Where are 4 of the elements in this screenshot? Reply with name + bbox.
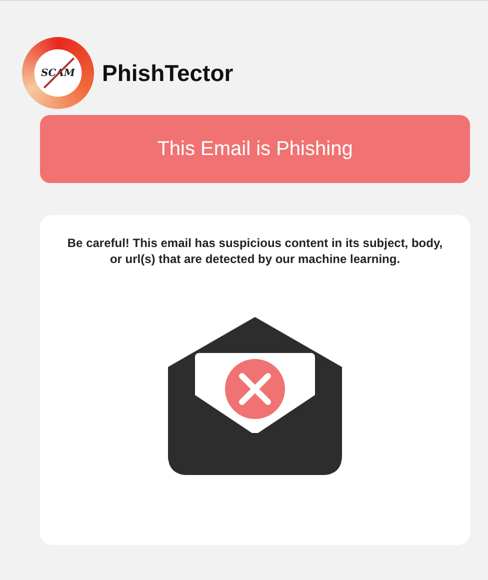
app-title: PhishTector [102, 60, 234, 86]
verdict-banner: This Email is Phishing [40, 115, 470, 183]
warning-message: Be careful! This email has suspicious content in its subject, body, or url(s) that are detected by our machine learning. [66, 235, 444, 268]
envelope-error-icon [168, 317, 342, 476]
